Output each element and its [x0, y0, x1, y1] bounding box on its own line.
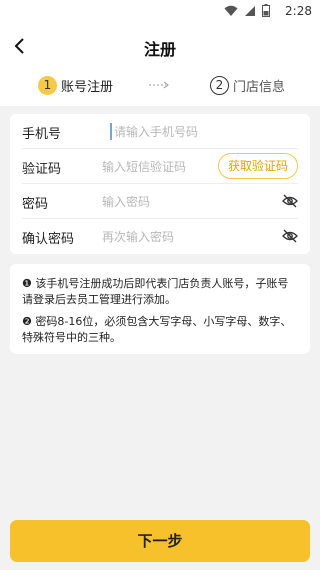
- phone-input[interactable]: 请输入手机号码: [110, 123, 198, 140]
- signal-icon: [245, 5, 255, 16]
- status-time: 2:28: [285, 4, 312, 18]
- register-form: 手机号 请输入手机号码 验证码 输入短信验证码 获取验证码 密码 输入密码 确认…: [10, 114, 310, 254]
- notice-item-2: ❷ 密码8-16位，必须包含大写字母、小写字母、数字、特殊符号中的三种。: [22, 315, 292, 344]
- password-row: 密码 输入密码: [10, 184, 310, 219]
- eye-off-icon[interactable]: [282, 194, 298, 208]
- eye-off-icon[interactable]: [282, 229, 298, 243]
- step-number-1: 1: [38, 76, 57, 95]
- confirm-password-label: 确认密码: [22, 232, 75, 247]
- next-step-button[interactable]: 下一步: [10, 520, 310, 562]
- code-input[interactable]: 输入短信验证码: [102, 158, 186, 175]
- code-row: 验证码 输入短信验证码 获取验证码: [10, 149, 310, 184]
- wifi-icon: [224, 5, 238, 16]
- app-bar: 注册: [0, 24, 320, 68]
- step-number-2: 2: [210, 76, 229, 95]
- status-bar: 2:28: [0, 0, 320, 24]
- status-icons: [224, 4, 270, 17]
- step-label-1: 账号注册: [61, 80, 114, 95]
- phone-label: 手机号: [22, 127, 62, 142]
- page-title: 注册: [143, 40, 176, 59]
- password-input[interactable]: 输入密码: [102, 193, 150, 210]
- notice-card: ❶ 该手机号注册成功后即代表门店负责人账号，子账号请登录后去员工管理进行添加。 …: [10, 264, 310, 354]
- phone-row: 手机号 请输入手机号码: [10, 114, 310, 149]
- notice-item-1: ❶ 该手机号注册成功后即代表门店负责人账号，子账号请登录后去员工管理进行添加。: [22, 277, 289, 306]
- confirm-password-input[interactable]: 再次输入密码: [102, 228, 174, 245]
- step-account-register: 1 账号注册: [38, 76, 113, 95]
- password-label: 密码: [22, 197, 49, 212]
- code-label: 验证码: [22, 162, 62, 177]
- steps-indicator: 1 账号注册 2 门店信息: [0, 68, 320, 106]
- step-label-2: 门店信息: [233, 80, 286, 95]
- arrow-right-icon: [149, 81, 169, 89]
- get-code-button[interactable]: 获取验证码: [218, 153, 298, 179]
- confirm-password-row: 确认密码 再次输入密码: [10, 219, 310, 254]
- battery-icon: [262, 4, 270, 17]
- step-store-info: 2 门店信息: [210, 76, 285, 95]
